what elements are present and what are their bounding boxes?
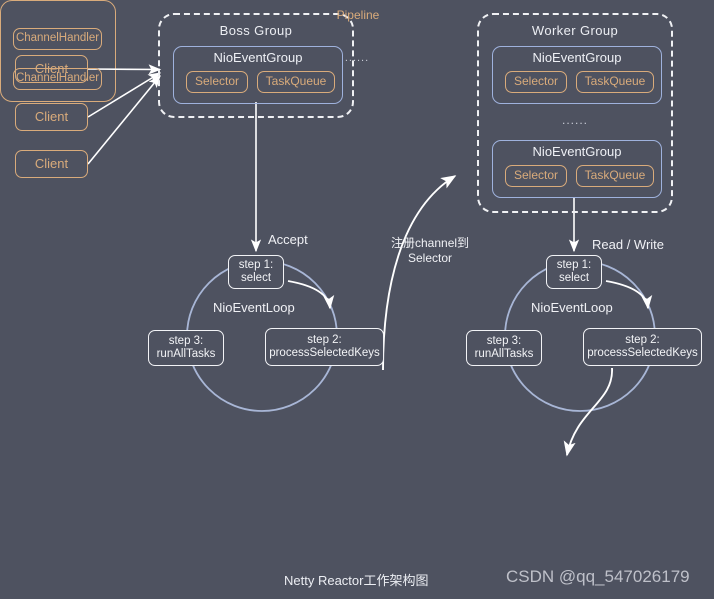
boss-step2-box[interactable]: step 2: processSelectedKeys <box>265 328 384 366</box>
task-queue-label: TaskQueue <box>584 74 646 89</box>
selector-box[interactable]: Selector <box>505 165 567 187</box>
pipeline-container[interactable]: Pipeline ChannelHandler ...... ChannelHa… <box>0 0 379 102</box>
channel-handler-label: ChannelHandler <box>15 72 100 85</box>
client-label: Client <box>34 108 69 124</box>
read-write-label: Read / Write <box>592 237 665 252</box>
client-box-2[interactable]: Client <box>15 103 88 131</box>
worker-step3-label: step 3: runAllTasks <box>474 334 534 360</box>
worker-loop-center-label: NioEventLoop <box>531 300 613 315</box>
pipeline-separator: ...... <box>344 52 370 64</box>
selector-label: Selector <box>194 74 240 89</box>
selector-box[interactable]: Selector <box>186 71 248 93</box>
channel-handler-box-2[interactable]: ChannelHandler <box>13 68 102 90</box>
client-box-3[interactable]: Client <box>15 150 88 178</box>
worker-group-title: Worker Group <box>531 23 619 38</box>
boss-step3-label: step 3: runAllTasks <box>156 334 216 360</box>
task-queue-label: TaskQueue <box>265 74 327 89</box>
arrow-register-channel <box>382 175 457 371</box>
arrow-to-pipeline <box>563 367 613 457</box>
task-queue-label: TaskQueue <box>584 168 646 183</box>
worker-group-container: Worker Group NioEventGroup Selector Task… <box>477 13 673 213</box>
worker-group-separator: ...... <box>561 113 588 127</box>
worker-step1-box[interactable]: step 1: select <box>546 255 602 289</box>
nio-event-group-title: NioEventGroup <box>532 144 622 159</box>
task-queue-box[interactable]: TaskQueue <box>576 165 654 187</box>
boss-loop-center-label: NioEventLoop <box>213 300 295 315</box>
worker-step2-label: step 2: processSelectedKeys <box>587 333 698 359</box>
worker-step3-box[interactable]: step 3: runAllTasks <box>466 330 542 366</box>
channel-handler-label: ChannelHandler <box>15 32 100 45</box>
client-label: Client <box>34 155 69 171</box>
worker-step1-label: step 1: select <box>556 258 592 284</box>
diagram-caption: Netty Reactor工作架构图 <box>284 573 429 588</box>
accept-label: Accept <box>268 232 308 247</box>
diagram-canvas: Client Client Client Boss Group NioEvent… <box>0 0 714 599</box>
worker-nio-event-group-2[interactable]: NioEventGroup Selector TaskQueue <box>492 140 662 198</box>
boss-step1-label: step 1: select <box>238 258 274 284</box>
channel-handler-box-1[interactable]: ChannelHandler <box>13 28 102 50</box>
pipeline-title: Pipeline <box>336 8 380 22</box>
boss-step1-box[interactable]: step 1: select <box>228 255 284 289</box>
worker-step2-box[interactable]: step 2: processSelectedKeys <box>583 328 702 366</box>
boss-step3-box[interactable]: step 3: runAllTasks <box>148 330 224 366</box>
selector-label: Selector <box>513 74 559 89</box>
selector-label: Selector <box>513 168 559 183</box>
boss-group-title: Boss Group <box>219 23 293 38</box>
boss-group-container: Boss Group NioEventGroup Selector TaskQu… <box>158 13 354 118</box>
task-queue-box[interactable]: TaskQueue <box>576 71 654 93</box>
selector-box[interactable]: Selector <box>505 71 567 93</box>
task-queue-box[interactable]: TaskQueue <box>257 71 335 93</box>
watermark: CSDN @qq_547026179 <box>506 567 690 586</box>
boss-step2-label: step 2: processSelectedKeys <box>269 333 380 359</box>
register-channel-label: 注册channel到 Selector <box>391 236 470 265</box>
